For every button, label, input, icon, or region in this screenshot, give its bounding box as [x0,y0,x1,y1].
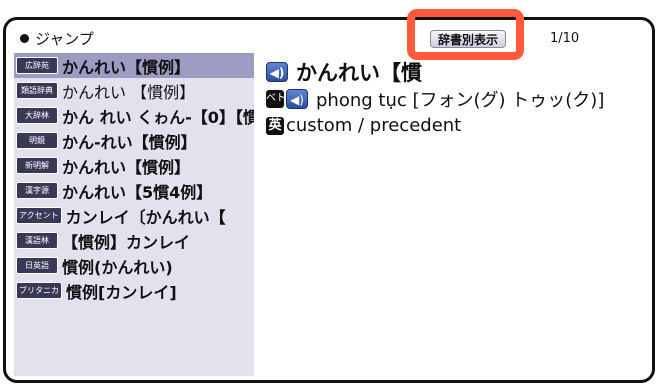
list-item[interactable]: 類語辞典 かんれい 【慣例】 [14,78,254,103]
list-item[interactable]: 漢字源 かんれい【5慣4例】 [14,178,254,203]
jump-label: ジャンプ [35,30,94,48]
speaker-icon[interactable]: ◀) [286,89,308,109]
list-item-text: かん れい くゎん-【0】【慣 [62,107,254,127]
list-item-text: かんれい【慣例】 [62,57,191,77]
list-item-text: 慣例(かんれい) [62,257,173,277]
headword: かんれい【慣 [296,61,422,85]
bullet-icon [20,34,29,43]
list-item-text: かんれい 【慣例】 [62,82,196,102]
entry-headline: ◀) かんれい【慣 [266,57,422,87]
speaker-icon[interactable]: ◀) [266,62,288,82]
list-item[interactable]: 日英語 慣例(かんれい) [14,253,254,278]
list-item[interactable]: 明鏡 かん-れい【慣例】 [14,128,254,153]
english-text: custom / precedent [286,115,462,136]
list-item[interactable]: ブリタニカ 慣例[カンレイ] [14,278,254,303]
dictionary-tag: アクセント [16,207,62,224]
vietnamese-text: phong tục [フォン(グ) トゥッ(ク)] [316,90,605,111]
entry-pane: ◀) かんれい【慣 ベト ◀) phong tục [フォン(グ) トゥッ(ク)… [266,53,646,383]
list-item-text: 慣例[カンレイ] [66,282,177,302]
dictionary-tag: 漢語林 [16,232,58,249]
list-item[interactable]: 広辞苑 かんれい【慣例】 [14,53,254,78]
dictionary-tag: 類語辞典 [16,82,58,99]
list-item[interactable]: アクセント カンレイ〔かんれい【 [14,203,254,228]
dictionary-tag: 広辞苑 [16,57,58,74]
list-item[interactable]: 大辞林 かん れい くゎん-【0】【慣 [14,103,254,128]
vietnamese-tag-icon: ベト [266,90,286,108]
page-indicator: 1/10 [550,31,580,46]
jump-control[interactable]: ジャンプ [20,28,94,49]
dictionary-tag: 漢字源 [16,182,58,199]
english-line: 英 custom / precedent [266,115,461,136]
dictionary-list: 広辞苑 かんれい【慣例】 類語辞典 かんれい 【慣例】 大辞林 かん れい くゎ… [14,53,254,376]
dictionary-tag: 新明解 [16,157,58,174]
list-item-text: かん-れい【慣例】 [62,132,197,152]
list-item-text: カンレイ〔かんれい【 [65,207,226,227]
vietnamese-line: ベト ◀) phong tục [フォン(グ) トゥッ(ク)] [266,86,604,112]
list-item[interactable]: 漢語林 【慣例】カンレイ [14,228,254,253]
dictionary-tag: 大辞林 [16,107,58,124]
list-item-text: 【慣例】カンレイ [62,232,191,252]
dictionary-tag: 明鏡 [16,132,58,149]
dictionary-tag: 日英語 [16,257,58,274]
list-item[interactable]: 新明解 かんれい【慣例】 [14,153,254,178]
dictionary-tag: ブリタニカ [16,282,62,299]
list-item-text: かんれい【5慣4例】 [62,182,213,202]
english-tag-icon: 英 [266,116,284,135]
list-item-text: かんれい【慣例】 [62,157,191,177]
